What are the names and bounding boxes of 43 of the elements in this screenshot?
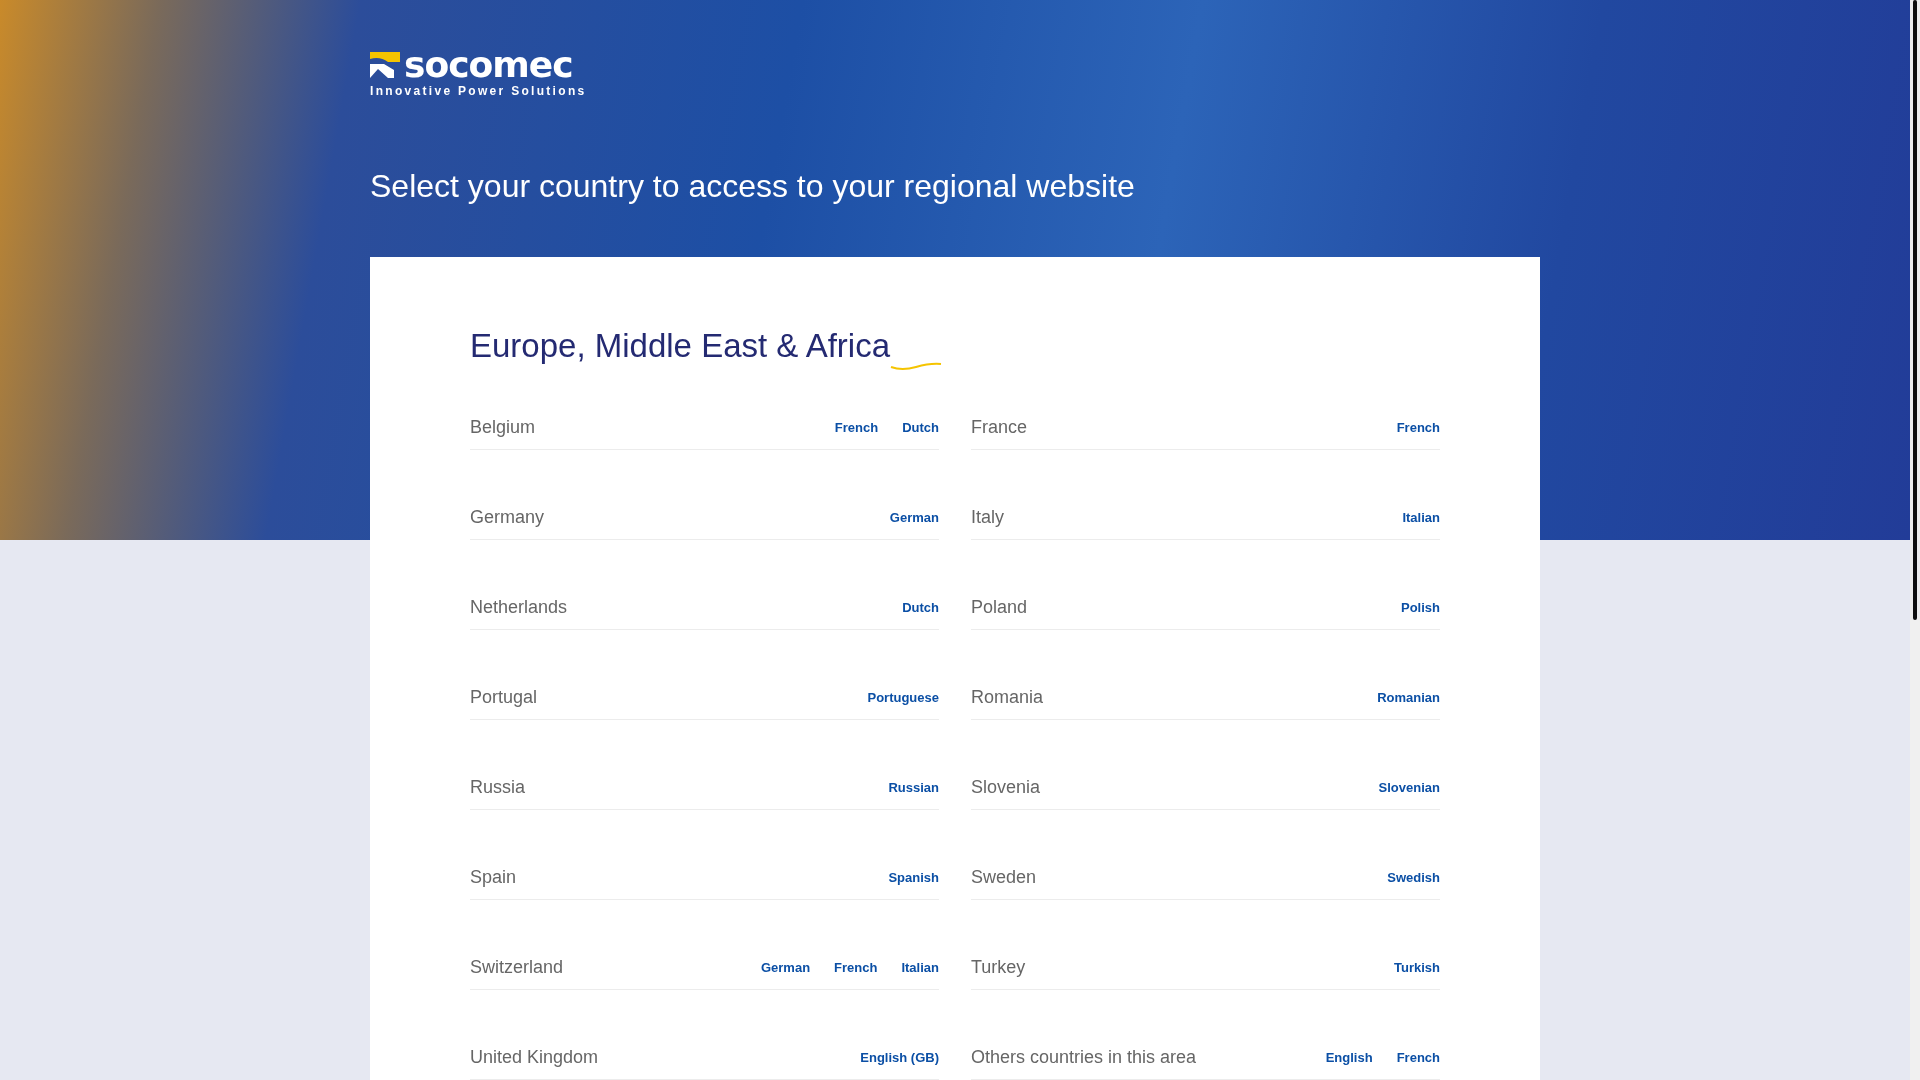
language-link[interactable]: Russian <box>888 779 939 795</box>
language-link[interactable]: English <box>1325 1049 1373 1065</box>
country-name: Romania <box>971 686 1044 708</box>
country-name: Turkey <box>971 956 1026 978</box>
country-name: Belgium <box>470 416 536 438</box>
language-link[interactable]: Swedish <box>1387 869 1440 885</box>
logo-icon <box>370 50 400 80</box>
country-name: Netherlands <box>470 596 568 618</box>
swoosh-underline <box>890 361 943 371</box>
language-link[interactable]: Romanian <box>1377 689 1440 705</box>
language-link[interactable]: Turkish <box>1394 959 1440 975</box>
language-link[interactable]: Polish <box>1401 599 1440 615</box>
country-name: Germany <box>470 506 545 528</box>
language-link[interactable]: Spanish <box>888 869 939 885</box>
country-name: France <box>971 416 1028 438</box>
country-name: Portugal <box>470 686 538 708</box>
language-link[interactable]: Italian <box>901 959 939 975</box>
logo-wordmark: socomec <box>404 48 573 82</box>
language-link[interactable]: Portuguese <box>867 689 939 705</box>
language-link[interactable]: French <box>1396 419 1440 435</box>
country-name: Italy <box>971 506 1004 528</box>
language-link[interactable]: French <box>834 419 879 435</box>
country-name: United Kingdom <box>470 1046 599 1068</box>
logo-tagline: Innovative Power Solutions <box>370 84 588 98</box>
language-link[interactable]: English (GB) <box>860 1049 939 1065</box>
language-link[interactable]: French <box>834 959 878 975</box>
language-link[interactable]: Dutch <box>902 599 939 615</box>
language-link[interactable]: Italian <box>1402 509 1440 525</box>
language-link[interactable]: German <box>760 959 811 975</box>
country-name: Sweden <box>971 866 1037 888</box>
language-link[interactable]: French <box>1396 1049 1440 1065</box>
country-name: Others countries in this area <box>971 1046 1197 1068</box>
language-link[interactable]: Dutch <box>902 419 939 435</box>
country-name: Switzerland <box>470 956 564 978</box>
country-name: Slovenia <box>971 776 1041 798</box>
region-title: Europe, Middle East & Africa <box>470 327 891 365</box>
scrollbar-thumb[interactable] <box>1913 0 1917 620</box>
country-name: Poland <box>971 596 1028 618</box>
page-headline: Select your country to access to your regional website <box>370 168 1136 205</box>
language-link[interactable]: German <box>889 509 939 525</box>
country-name: Russia <box>470 776 526 798</box>
country-name: Spain <box>470 866 517 888</box>
language-link[interactable]: Slovenian <box>1378 779 1440 795</box>
